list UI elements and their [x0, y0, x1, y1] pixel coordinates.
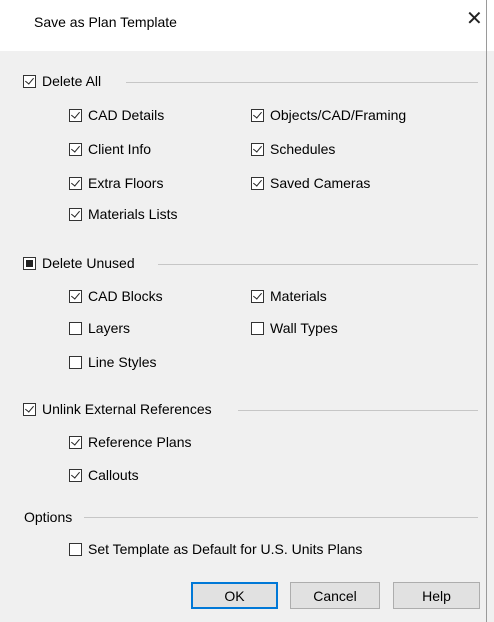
- layers-checkbox[interactable]: Layers: [69, 320, 130, 336]
- checkbox-icon: [23, 402, 36, 416]
- save-as-plan-template-dialog: Save as Plan Template ✕ Delete All CAD D…: [0, 0, 494, 622]
- delete-all-label: Delete All: [42, 73, 102, 89]
- saved-cameras-checkbox[interactable]: Saved Cameras: [251, 175, 370, 191]
- checkbox-label: Schedules: [270, 141, 336, 157]
- cad-details-checkbox[interactable]: CAD Details: [69, 107, 164, 123]
- line-styles-checkbox[interactable]: Line Styles: [69, 354, 156, 370]
- wall-types-checkbox[interactable]: Wall Types: [251, 320, 338, 336]
- checkbox-label: Layers: [88, 320, 131, 336]
- checkbox-icon: [251, 142, 264, 156]
- checkbox-label: Line Styles: [88, 354, 157, 370]
- window-border: [486, 0, 487, 622]
- checkbox-icon: [69, 289, 82, 303]
- checkbox-icon: [251, 176, 264, 190]
- checkbox-icon: [23, 74, 36, 88]
- checkbox-label: Saved Cameras: [270, 175, 371, 191]
- checkbox-label: Set Template as Default for U.S. Units P…: [88, 541, 363, 557]
- checkbox-icon: [69, 207, 82, 221]
- options-group-label: Options: [24, 509, 73, 525]
- objects-cad-framing-checkbox[interactable]: Objects/CAD/Framing: [251, 107, 406, 123]
- checkbox-label: Materials: [270, 288, 327, 304]
- client-info-checkbox[interactable]: Client Info: [69, 141, 151, 157]
- cad-blocks-checkbox[interactable]: CAD Blocks: [69, 288, 163, 304]
- checkbox-label: Materials Lists: [88, 206, 178, 222]
- checkbox-icon: [69, 108, 82, 122]
- ok-button[interactable]: OK: [191, 582, 278, 609]
- group-divider: [84, 517, 478, 518]
- checkbox-icon: [251, 289, 264, 303]
- delete-all-checkbox[interactable]: Delete All: [23, 73, 101, 89]
- checkbox-icon: [69, 176, 82, 190]
- unlink-external-references-checkbox[interactable]: Unlink External References: [23, 401, 212, 417]
- delete-unused-checkbox[interactable]: Delete Unused: [23, 255, 135, 271]
- checkbox-label: Callouts: [88, 467, 139, 483]
- checkbox-icon: [69, 355, 82, 369]
- group-divider: [238, 410, 478, 411]
- help-button[interactable]: Help: [393, 582, 480, 609]
- unlink-external-references-label: Unlink External References: [42, 401, 212, 417]
- checkbox-icon: [69, 542, 82, 556]
- checkbox-icon: [69, 321, 82, 335]
- checkbox-icon: [23, 256, 36, 270]
- checkbox-label: Extra Floors: [88, 175, 164, 191]
- checkbox-label: CAD Details: [88, 107, 165, 123]
- dialog-title: Save as Plan Template: [34, 14, 177, 30]
- checkbox-icon: [69, 142, 82, 156]
- group-divider: [158, 264, 478, 265]
- checkbox-icon: [251, 108, 264, 122]
- checkbox-icon: [69, 468, 82, 482]
- cancel-button[interactable]: Cancel: [290, 582, 380, 609]
- checkbox-label: Objects/CAD/Framing: [270, 107, 407, 123]
- schedules-checkbox[interactable]: Schedules: [251, 141, 335, 157]
- checkbox-icon: [69, 435, 82, 449]
- checkbox-label: CAD Blocks: [88, 288, 163, 304]
- callouts-checkbox[interactable]: Callouts: [69, 467, 139, 483]
- materials-lists-checkbox[interactable]: Materials Lists: [69, 206, 177, 222]
- group-divider: [126, 82, 478, 83]
- checkbox-icon: [251, 321, 264, 335]
- title-bar: Save as Plan Template ✕: [0, 0, 494, 51]
- checkbox-label: Client Info: [88, 141, 152, 157]
- extra-floors-checkbox[interactable]: Extra Floors: [69, 175, 163, 191]
- checkbox-label: Wall Types: [270, 320, 338, 336]
- delete-unused-label: Delete Unused: [42, 255, 135, 271]
- close-icon[interactable]: ✕: [466, 9, 483, 29]
- materials-checkbox[interactable]: Materials: [251, 288, 327, 304]
- checkbox-label: Reference Plans: [88, 434, 192, 450]
- reference-plans-checkbox[interactable]: Reference Plans: [69, 434, 192, 450]
- set-template-default-checkbox[interactable]: Set Template as Default for U.S. Units P…: [69, 541, 362, 557]
